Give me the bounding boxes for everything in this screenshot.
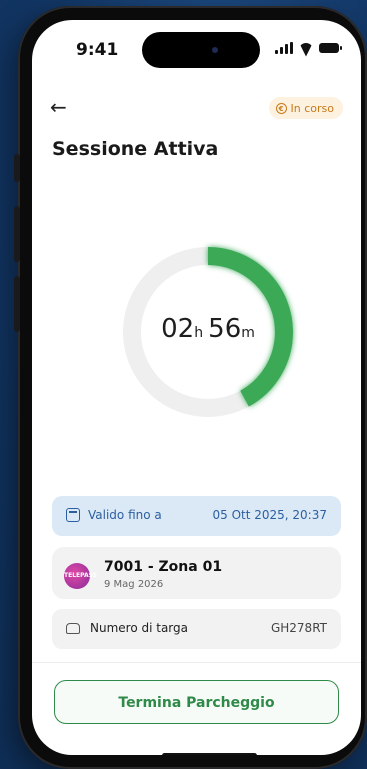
parking-coin-icon: € xyxy=(275,102,287,114)
volume-up-button xyxy=(14,206,20,262)
calendar-icon xyxy=(66,508,80,522)
end-parking-button[interactable]: Termina Parcheggio xyxy=(54,680,339,724)
timer-minutes-unit: m xyxy=(241,325,255,341)
phone-frame: 9:41 ← € In corso Sessione Attiva 02h 56… xyxy=(14,6,367,769)
mute-switch xyxy=(14,154,20,182)
validity-label: Valido fino a xyxy=(88,508,162,522)
timer-hours-unit: h xyxy=(194,325,204,341)
timer-hours: 02 xyxy=(161,314,195,344)
status-badge: € In corso xyxy=(268,97,343,119)
provider-logo: TELEPASS xyxy=(64,563,97,589)
status-badge-label: In corso xyxy=(290,101,334,115)
plate-label: Numero di targa xyxy=(90,621,188,635)
home-indicator[interactable] xyxy=(162,753,257,755)
back-arrow-icon[interactable]: ← xyxy=(50,95,67,119)
zone-date: 9 Mag 2026 xyxy=(104,579,164,590)
camera-dot xyxy=(212,47,218,53)
wifi-icon xyxy=(299,43,313,54)
timer-ring: 02h 56m xyxy=(118,242,298,422)
car-icon xyxy=(66,623,80,634)
timer-readout: 02h 56m xyxy=(118,314,298,344)
page-title: Sessione Attiva xyxy=(52,138,219,160)
signal-icon xyxy=(275,42,293,54)
plate-card: Numero di targa GH278RT xyxy=(52,609,341,649)
validity-card: Valido fino a 05 Ott 2025, 20:37 xyxy=(52,496,341,536)
plate-value: GH278RT xyxy=(270,621,327,635)
volume-down-button xyxy=(14,276,20,332)
top-bar: ← € In corso xyxy=(32,95,361,123)
validity-value: 05 Ott 2025, 20:37 xyxy=(212,508,327,522)
status-bar: 9:41 xyxy=(32,20,361,80)
timer-minutes: 56 xyxy=(208,314,242,344)
zone-card[interactable]: TELEPASS 7001 - Zona 01 9 Mag 2026 xyxy=(52,547,341,599)
battery-icon xyxy=(319,43,342,53)
divider xyxy=(32,662,361,663)
zone-name: 7001 - Zona 01 xyxy=(104,559,223,575)
status-time: 9:41 xyxy=(76,40,119,60)
app-screen: 9:41 ← € In corso Sessione Attiva 02h 56… xyxy=(32,20,361,755)
system-icons xyxy=(275,42,342,54)
dynamic-island xyxy=(142,32,260,68)
